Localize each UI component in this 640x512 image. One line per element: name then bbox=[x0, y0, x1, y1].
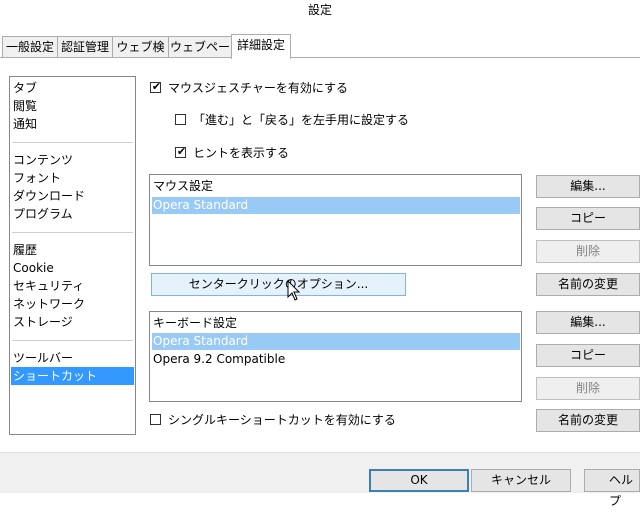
sidebar-separator bbox=[12, 340, 133, 341]
window-title: 設定 bbox=[0, 0, 640, 22]
single-key-shortcuts-label: シングルキーショートカットを有効にする bbox=[168, 413, 396, 427]
dialog-footer: OK キャンセル ヘルプ bbox=[0, 452, 640, 508]
center-click-options-button[interactable]: センタークリックのオプション... bbox=[151, 273, 406, 296]
sidebar-item-network[interactable]: ネットワーク bbox=[11, 295, 134, 313]
show-hints-label: ヒントを表示する bbox=[193, 146, 290, 160]
mouse-setup-header: マウス設定 bbox=[153, 179, 214, 193]
keyboard-edit-button[interactable]: 編集... bbox=[536, 311, 640, 334]
mouse-copy-button[interactable]: コピー bbox=[536, 207, 640, 230]
mouse-edit-button[interactable]: 編集... bbox=[536, 175, 640, 198]
keyboard-copy-button[interactable]: コピー bbox=[536, 344, 640, 367]
checkbox-box[interactable] bbox=[150, 414, 161, 425]
list-item[interactable]: Opera Standard bbox=[152, 197, 520, 214]
keyboard-delete-button[interactable]: 削除 bbox=[536, 377, 640, 400]
tab-advanced[interactable]: 詳細設定 bbox=[231, 34, 291, 59]
sidebar-item-toolbars[interactable]: ツールバー bbox=[11, 349, 134, 367]
mouse-rename-button[interactable]: 名前の変更 bbox=[536, 273, 640, 296]
tab-general[interactable]: 一般設定 bbox=[2, 36, 58, 57]
ok-button[interactable]: OK bbox=[369, 469, 469, 492]
check-icon: ✔ bbox=[151, 80, 162, 93]
list-item[interactable]: Opera Standard bbox=[152, 333, 520, 350]
help-button[interactable]: ヘルプ bbox=[584, 469, 640, 508]
sidebar-item-notifications[interactable]: 通知 bbox=[11, 115, 134, 133]
keyboard-setup-list[interactable]: キーボード設定 Opera Standard Opera 9.2 Compati… bbox=[149, 311, 522, 402]
sidebar-item-content[interactable]: コンテンツ bbox=[11, 151, 134, 169]
mouse-setup-list[interactable]: マウス設定 Opera Standard bbox=[149, 174, 522, 266]
sidebar-item-fonts[interactable]: フォント bbox=[11, 169, 134, 187]
cancel-button[interactable]: キャンセル bbox=[471, 469, 571, 492]
sidebar-separator bbox=[12, 232, 133, 233]
sidebar-item-programs[interactable]: プログラム bbox=[11, 205, 134, 223]
category-list[interactable]: タブ 閲覧 通知 コンテンツ フォント ダウンロード プログラム 履歴 Cook… bbox=[9, 76, 136, 435]
sidebar-separator bbox=[12, 142, 133, 143]
left-handed-label: 「進む」と「戻る」を左手用に設定する bbox=[193, 113, 410, 127]
checkbox-box[interactable]: ✔ bbox=[175, 145, 187, 158]
keyboard-setup-header: キーボード設定 bbox=[153, 316, 238, 330]
mouse-gestures-label: マウスジェスチャーを有効にする bbox=[168, 81, 349, 95]
sidebar-item-shortcuts[interactable]: ショートカット bbox=[11, 367, 134, 385]
check-icon: ✔ bbox=[176, 145, 187, 158]
sidebar-item-storage[interactable]: ストレージ bbox=[11, 313, 134, 331]
list-item[interactable]: Opera 9.2 Compatible bbox=[152, 351, 520, 368]
tab-web-pages[interactable]: ウェブページ bbox=[168, 36, 232, 74]
checkbox-box[interactable] bbox=[175, 114, 186, 125]
keyboard-rename-button[interactable]: 名前の変更 bbox=[536, 409, 640, 432]
sidebar-item-history[interactable]: 履歴 bbox=[11, 241, 134, 259]
tab-bar: 一般設定 認証管理 ウェブ検索 ウェブページ 詳細設定 bbox=[0, 34, 640, 74]
mouse-delete-button[interactable]: 削除 bbox=[536, 240, 640, 263]
tab-authentication[interactable]: 認証管理 bbox=[57, 36, 113, 57]
arrow-cursor-icon bbox=[287, 280, 301, 301]
checkbox-box[interactable]: ✔ bbox=[150, 80, 162, 93]
sidebar-item-security[interactable]: セキュリティ bbox=[11, 277, 134, 295]
tab-web-search[interactable]: ウェブ検索 bbox=[112, 36, 169, 74]
sidebar-item-cookies[interactable]: Cookie bbox=[11, 259, 134, 277]
sidebar-item-downloads[interactable]: ダウンロード bbox=[11, 187, 134, 205]
sidebar-item-browsing[interactable]: 閲覧 bbox=[11, 97, 134, 115]
sidebar-item-tabs[interactable]: タブ bbox=[11, 79, 134, 97]
